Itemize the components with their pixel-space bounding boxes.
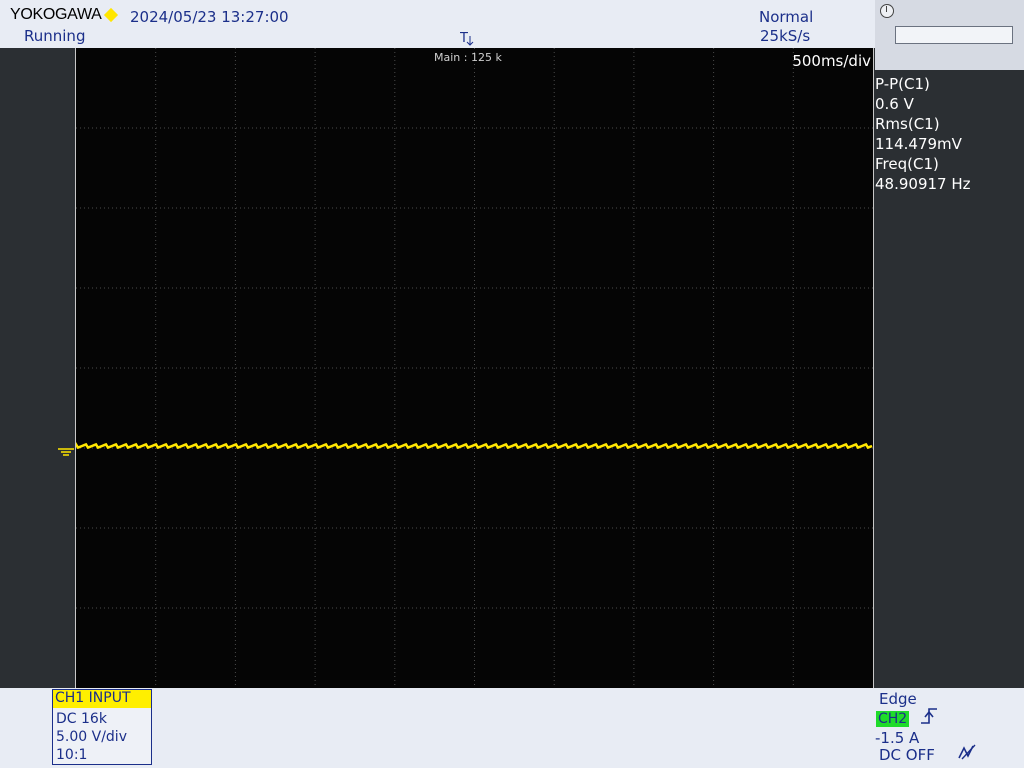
measurement-name: P-P(C1)	[875, 75, 930, 93]
svg-text:T: T	[460, 31, 468, 46]
measurement-value: 48.90917 Hz	[875, 175, 971, 193]
measurement-value: 0.6 V	[875, 95, 914, 113]
ch1-settings-box[interactable]: CH1 INPUT DC 16k 5.00 V/div 10:1	[52, 689, 152, 765]
measurement-value: 114.479mV	[875, 135, 962, 153]
rotary-knob-icon[interactable]	[880, 4, 894, 18]
measurement-name: Freq(C1)	[875, 155, 939, 173]
trigger-coupling: DC OFF	[879, 746, 935, 764]
ch1-coupling: DC 16k	[56, 711, 107, 727]
time-per-div: 500ms/div	[792, 52, 871, 70]
status-diamond-icon	[103, 7, 119, 23]
left-panel	[0, 48, 75, 688]
ch1-scale: 5.00 V/div	[56, 729, 127, 745]
trigger-position-icon: T	[459, 30, 474, 50]
ch1-probe-ratio: 10:1	[56, 747, 88, 763]
ch1-waveform-trace	[76, 442, 873, 450]
trigger-level: -1.5 A	[875, 729, 920, 747]
top-status-bar: YOKOGAWA 2024/05/23 13:27:00 Running T N…	[0, 0, 875, 48]
main-record-label: Main : 125 k	[434, 51, 502, 64]
measurement-name: Rms(C1)	[875, 115, 940, 133]
run-status: Running	[24, 27, 86, 45]
value-input-box[interactable]	[895, 26, 1013, 44]
ch1-ground-marker-icon[interactable]	[58, 443, 74, 462]
bottom-status-bar	[0, 688, 1024, 768]
hf-reject-icon	[958, 744, 978, 764]
datetime: 2024/05/23 13:27:00	[130, 8, 289, 26]
trigger-source[interactable]: CH2	[876, 711, 910, 727]
ch1-header: CH1 INPUT	[53, 690, 151, 708]
brand-logo: YOKOGAWA	[10, 6, 102, 23]
sample-rate: 25kS/s	[760, 27, 811, 45]
rising-edge-icon	[920, 708, 938, 728]
waveform-display[interactable]: Main : 125 k 500ms/div	[75, 48, 874, 688]
acquisition-mode: Normal	[759, 8, 814, 26]
graticule	[76, 48, 873, 688]
trigger-type[interactable]: Edge	[879, 690, 917, 708]
